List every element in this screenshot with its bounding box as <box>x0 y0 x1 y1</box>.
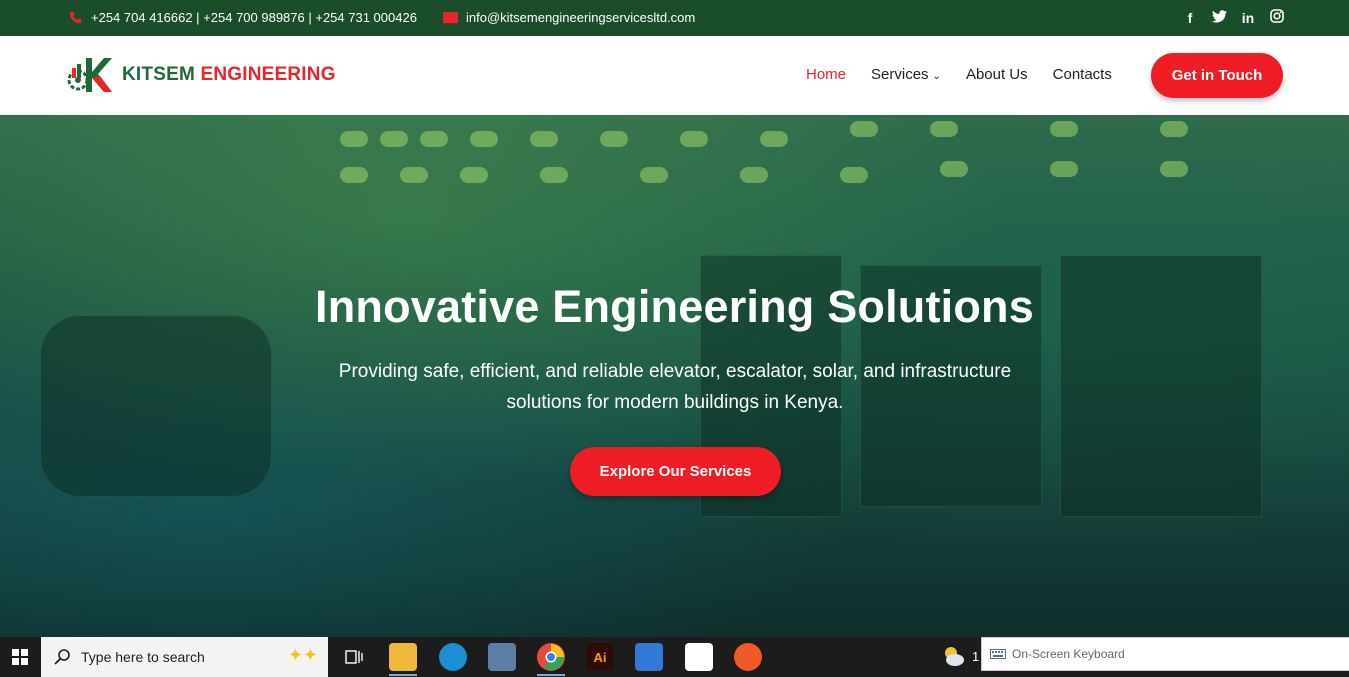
chevron-down-icon: ⌄ <box>932 71 941 82</box>
nav-services[interactable]: Services ⌄ <box>871 66 941 83</box>
brand-part-engineering: ENGINEERING <box>200 64 336 85</box>
nav-services-label: Services <box>871 66 929 83</box>
osk-title: On-Screen Keyboard <box>1012 647 1125 661</box>
remote-desktop-icon[interactable] <box>488 643 516 671</box>
search-icon <box>54 649 70 665</box>
photos-app-icon[interactable] <box>635 643 663 671</box>
brand-part-kitsem: KITSEM <box>122 64 195 85</box>
phone-icon <box>69 11 82 24</box>
keyboard-icon <box>990 649 1006 659</box>
on-screen-keyboard-window[interactable]: On-Screen Keyboard <box>981 637 1349 671</box>
nav-contacts[interactable]: Contacts <box>1053 66 1112 83</box>
chrome-browser-icon[interactable] <box>537 643 565 671</box>
email-address: info@kitsemengineeringservicesltd.com <box>466 10 696 25</box>
nav-about[interactable]: About Us <box>966 66 1028 83</box>
phone-contact[interactable]: +254 704 416662 | +254 700 989876 | +254… <box>68 10 417 25</box>
primary-nav: Home Services ⌄ About Us Contacts <box>806 66 1137 83</box>
site-logo[interactable]: KITSEM ENGINEERING <box>66 56 336 94</box>
windows-taskbar: Type here to search ✦✦ Ai 1 On-Screen Ke… <box>0 637 1349 677</box>
windows-start-button[interactable] <box>0 637 40 677</box>
swift-app-icon[interactable] <box>734 643 762 671</box>
hero-title: Innovative Engineering Solutions <box>315 281 1034 332</box>
windows-logo-icon <box>12 649 28 665</box>
linkedin-icon[interactable]: in <box>1240 10 1256 26</box>
twitter-icon[interactable] <box>1211 9 1227 26</box>
weather-cloud-icon[interactable] <box>940 643 966 669</box>
search-placeholder: Type here to search <box>81 649 205 665</box>
envelope-icon <box>443 11 458 24</box>
edge-browser-icon[interactable] <box>439 643 467 671</box>
task-view-icon[interactable] <box>340 643 368 671</box>
file-explorer-icon[interactable] <box>389 643 417 671</box>
social-links: f in <box>1182 9 1285 26</box>
file-explorer-active-indicator <box>389 674 417 676</box>
brand-name: KITSEM ENGINEERING <box>122 64 336 86</box>
chrome-active-indicator <box>537 674 565 676</box>
top-contact-bar: +254 704 416662 | +254 700 989876 | +254… <box>0 0 1349 36</box>
email-contact[interactable]: info@kitsemengineeringservicesltd.com <box>443 10 695 25</box>
nav-home[interactable]: Home <box>806 66 846 83</box>
instagram-icon[interactable] <box>1269 9 1285 26</box>
hero-bg-panel-4 <box>40 315 272 497</box>
main-navbar: KITSEM ENGINEERING Home Services ⌄ About … <box>0 36 1349 115</box>
paint-app-icon[interactable] <box>685 643 713 671</box>
get-in-touch-button[interactable]: Get in Touch <box>1151 53 1283 98</box>
facebook-icon[interactable]: f <box>1182 10 1198 26</box>
phone-numbers: +254 704 416662 | +254 700 989876 | +254… <box>91 10 417 25</box>
illustrator-icon[interactable]: Ai <box>586 643 614 671</box>
hero-subtitle: Providing safe, efficient, and reliable … <box>338 361 1012 413</box>
copilot-sparkle-icon[interactable]: ✦✦ <box>288 645 318 666</box>
explore-services-button[interactable]: Explore Our Services <box>570 447 781 496</box>
weather-temperature: 1 <box>972 649 980 664</box>
hero-section: Innovative Engineering Solutions Providi… <box>0 115 1349 637</box>
kitsem-logo-icon <box>67 58 112 92</box>
taskbar-search-box[interactable]: Type here to search ✦✦ <box>41 637 328 677</box>
